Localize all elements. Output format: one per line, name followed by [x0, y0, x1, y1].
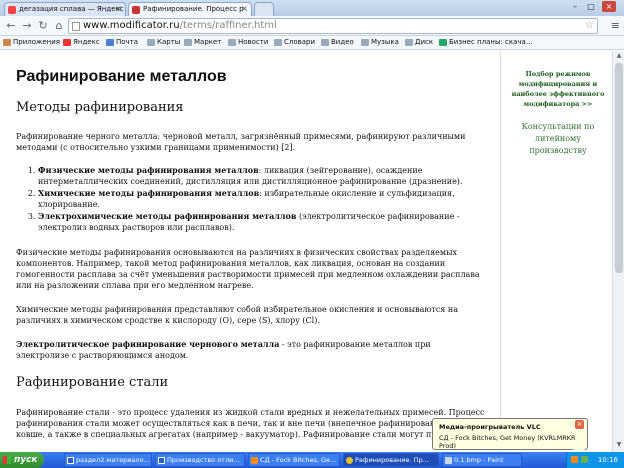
steel-paragraph: Рафинирование стали - это процесс удален… — [16, 408, 485, 439]
system-tray: 10:16 — [566, 452, 624, 468]
new-tab-button[interactable] — [254, 2, 274, 16]
page-viewport: Рафинирование металлов Методы рафинирова… — [0, 51, 612, 452]
apps-grid-icon — [3, 39, 11, 46]
windows-logo-icon — [3, 456, 11, 464]
intro-paragraph: Рафинирование черного металла: черновой … — [16, 132, 466, 152]
close-window-icon[interactable]: × — [602, 1, 616, 12]
reload-icon[interactable]: ↻ — [36, 19, 50, 33]
page-icon — [274, 39, 282, 46]
methods-list: Физические методы рафинирования металлов… — [16, 165, 476, 234]
section-heading-steel: Рафинирование стали — [16, 375, 169, 390]
site-favicon-icon — [132, 6, 140, 14]
back-arrow-icon[interactable]: ← — [4, 19, 18, 33]
page-icon — [405, 39, 413, 46]
page-icon — [147, 39, 155, 46]
word-icon — [67, 457, 74, 464]
bookmark-music[interactable]: Музыка — [361, 38, 399, 46]
vlc-cone-icon — [251, 457, 258, 464]
bookmark-apps[interactable]: Приложения — [3, 38, 60, 46]
bookmark-star-icon[interactable]: ☆ — [585, 19, 594, 33]
bookmark-disk[interactable]: Диск — [405, 38, 433, 46]
scroll-down-icon[interactable]: ▼ — [614, 441, 624, 451]
taskbar-item-word-doc[interactable]: раздел2.материало... — [64, 453, 152, 467]
vlc-notification[interactable]: Медиа-проигрыватель VLC СД - Fock Bitche… — [432, 418, 588, 457]
bookmarks-bar: Приложения Яндекс Почта Карты Маркет Нов… — [0, 36, 624, 50]
paint-icon — [445, 457, 452, 464]
start-button[interactable]: пуск — [0, 452, 44, 468]
clock: 10:16 — [597, 456, 618, 464]
maximize-icon[interactable]: □ — [584, 1, 598, 12]
bookmark-business-plans[interactable]: Бизнес планы: скача... — [439, 38, 533, 46]
tab-label: дегазация сплава — Яндекс — [19, 5, 124, 13]
bookmark-dictionaries[interactable]: Словари — [274, 38, 315, 46]
scroll-up-icon[interactable]: ▲ — [614, 52, 624, 62]
column-divider — [500, 51, 501, 452]
physical-methods-paragraph: Физические методы рафинирования основыва… — [16, 248, 480, 290]
taskbar-item-vlc[interactable]: СД - Fock Bitches, Ge... — [248, 453, 340, 467]
bookmark-video[interactable]: Видео — [321, 38, 354, 46]
bookmark-yandex[interactable]: Яндекс — [63, 38, 100, 46]
word-icon — [158, 457, 165, 464]
foundry-consultation-link[interactable]: Консультации по литейному производству — [508, 121, 608, 157]
taskbar-item-word-doc-2[interactable]: Производство отли... — [155, 453, 245, 467]
page-title: Рафинирование металлов — [16, 68, 227, 85]
vlc-tray-icon[interactable] — [571, 456, 578, 463]
tab-label: Рафинирование. Процесс р — [143, 5, 244, 13]
close-tab-icon[interactable]: × — [115, 4, 122, 13]
home-icon[interactable]: ⌂ — [52, 19, 66, 33]
tab-strip: дегазация сплава — Яндекс × Рафинировани… — [0, 0, 624, 16]
electrolytic-paragraph: Электролитическое рафинирование черновог… — [16, 339, 431, 360]
bookmark-mail[interactable]: Почта — [106, 38, 138, 46]
chemical-methods-paragraph: Химические методы рафинирования представ… — [16, 305, 458, 325]
mail-icon — [106, 39, 114, 46]
address-bar[interactable]: www.modificator.ru/terms/raffiner.html ☆ — [68, 18, 598, 34]
minimize-icon[interactable]: – — [568, 1, 582, 12]
yandex-icon — [63, 39, 71, 46]
chrome-icon — [346, 457, 353, 464]
page-icon — [228, 39, 236, 46]
menu-icon[interactable]: ≡ — [611, 19, 620, 32]
tab-yandex-search[interactable]: дегазация сплава — Яндекс × — [4, 2, 126, 16]
taskbar: пуск раздел2.материало... Производство о… — [0, 452, 624, 468]
page-icon — [72, 22, 80, 31]
list-item: Физические методы рафинирования металлов… — [38, 165, 476, 187]
scroll-thumb[interactable] — [615, 63, 623, 273]
page-icon — [439, 39, 447, 46]
modifier-selection-link[interactable]: Подбор режимов модифицирования и наиболе… — [508, 69, 608, 109]
navigation-bar: ← → ↻ ⌂ www.modificator.ru/terms/raffine… — [0, 16, 624, 36]
section-heading-methods: Методы рафинирования — [16, 100, 184, 115]
taskbar-item-chrome[interactable]: Рафинирование. Пр... — [343, 453, 439, 467]
vlc-title: Медиа-проигрыватель VLC — [439, 423, 541, 431]
page-icon — [184, 39, 192, 46]
yandex-favicon-icon — [8, 6, 16, 14]
page-scrollbar[interactable]: ▲ ▼ — [612, 51, 624, 452]
page-icon — [321, 39, 329, 46]
bookmark-news[interactable]: Новости — [228, 38, 268, 46]
page-icon — [361, 39, 369, 46]
bookmark-market[interactable]: Маркет — [184, 38, 221, 46]
list-item: Химические методы рафинирования металлов… — [38, 188, 476, 210]
address-path: /terms/raffiner.html — [179, 20, 277, 31]
vlc-track: СД - Fock Bitches, Get Money (KVRLMRKR P… — [439, 434, 576, 450]
tab-raffiner[interactable]: Рафинирование. Процесс р × — [128, 2, 252, 16]
close-tab-icon[interactable]: × — [241, 4, 248, 13]
network-icon[interactable] — [581, 456, 588, 463]
sidebar: Подбор режимов модифицирования и наиболе… — [508, 69, 608, 157]
close-notification-icon[interactable]: × — [575, 420, 584, 429]
taskbar-item-paint[interactable]: 0.1.bmp - Paint — [442, 453, 522, 467]
address-host: www.modificator.ru — [83, 20, 180, 31]
forward-arrow-icon[interactable]: → — [20, 19, 34, 33]
bookmark-maps[interactable]: Карты — [147, 38, 180, 46]
list-item: Электрохимические методы рафинирования м… — [38, 211, 476, 233]
